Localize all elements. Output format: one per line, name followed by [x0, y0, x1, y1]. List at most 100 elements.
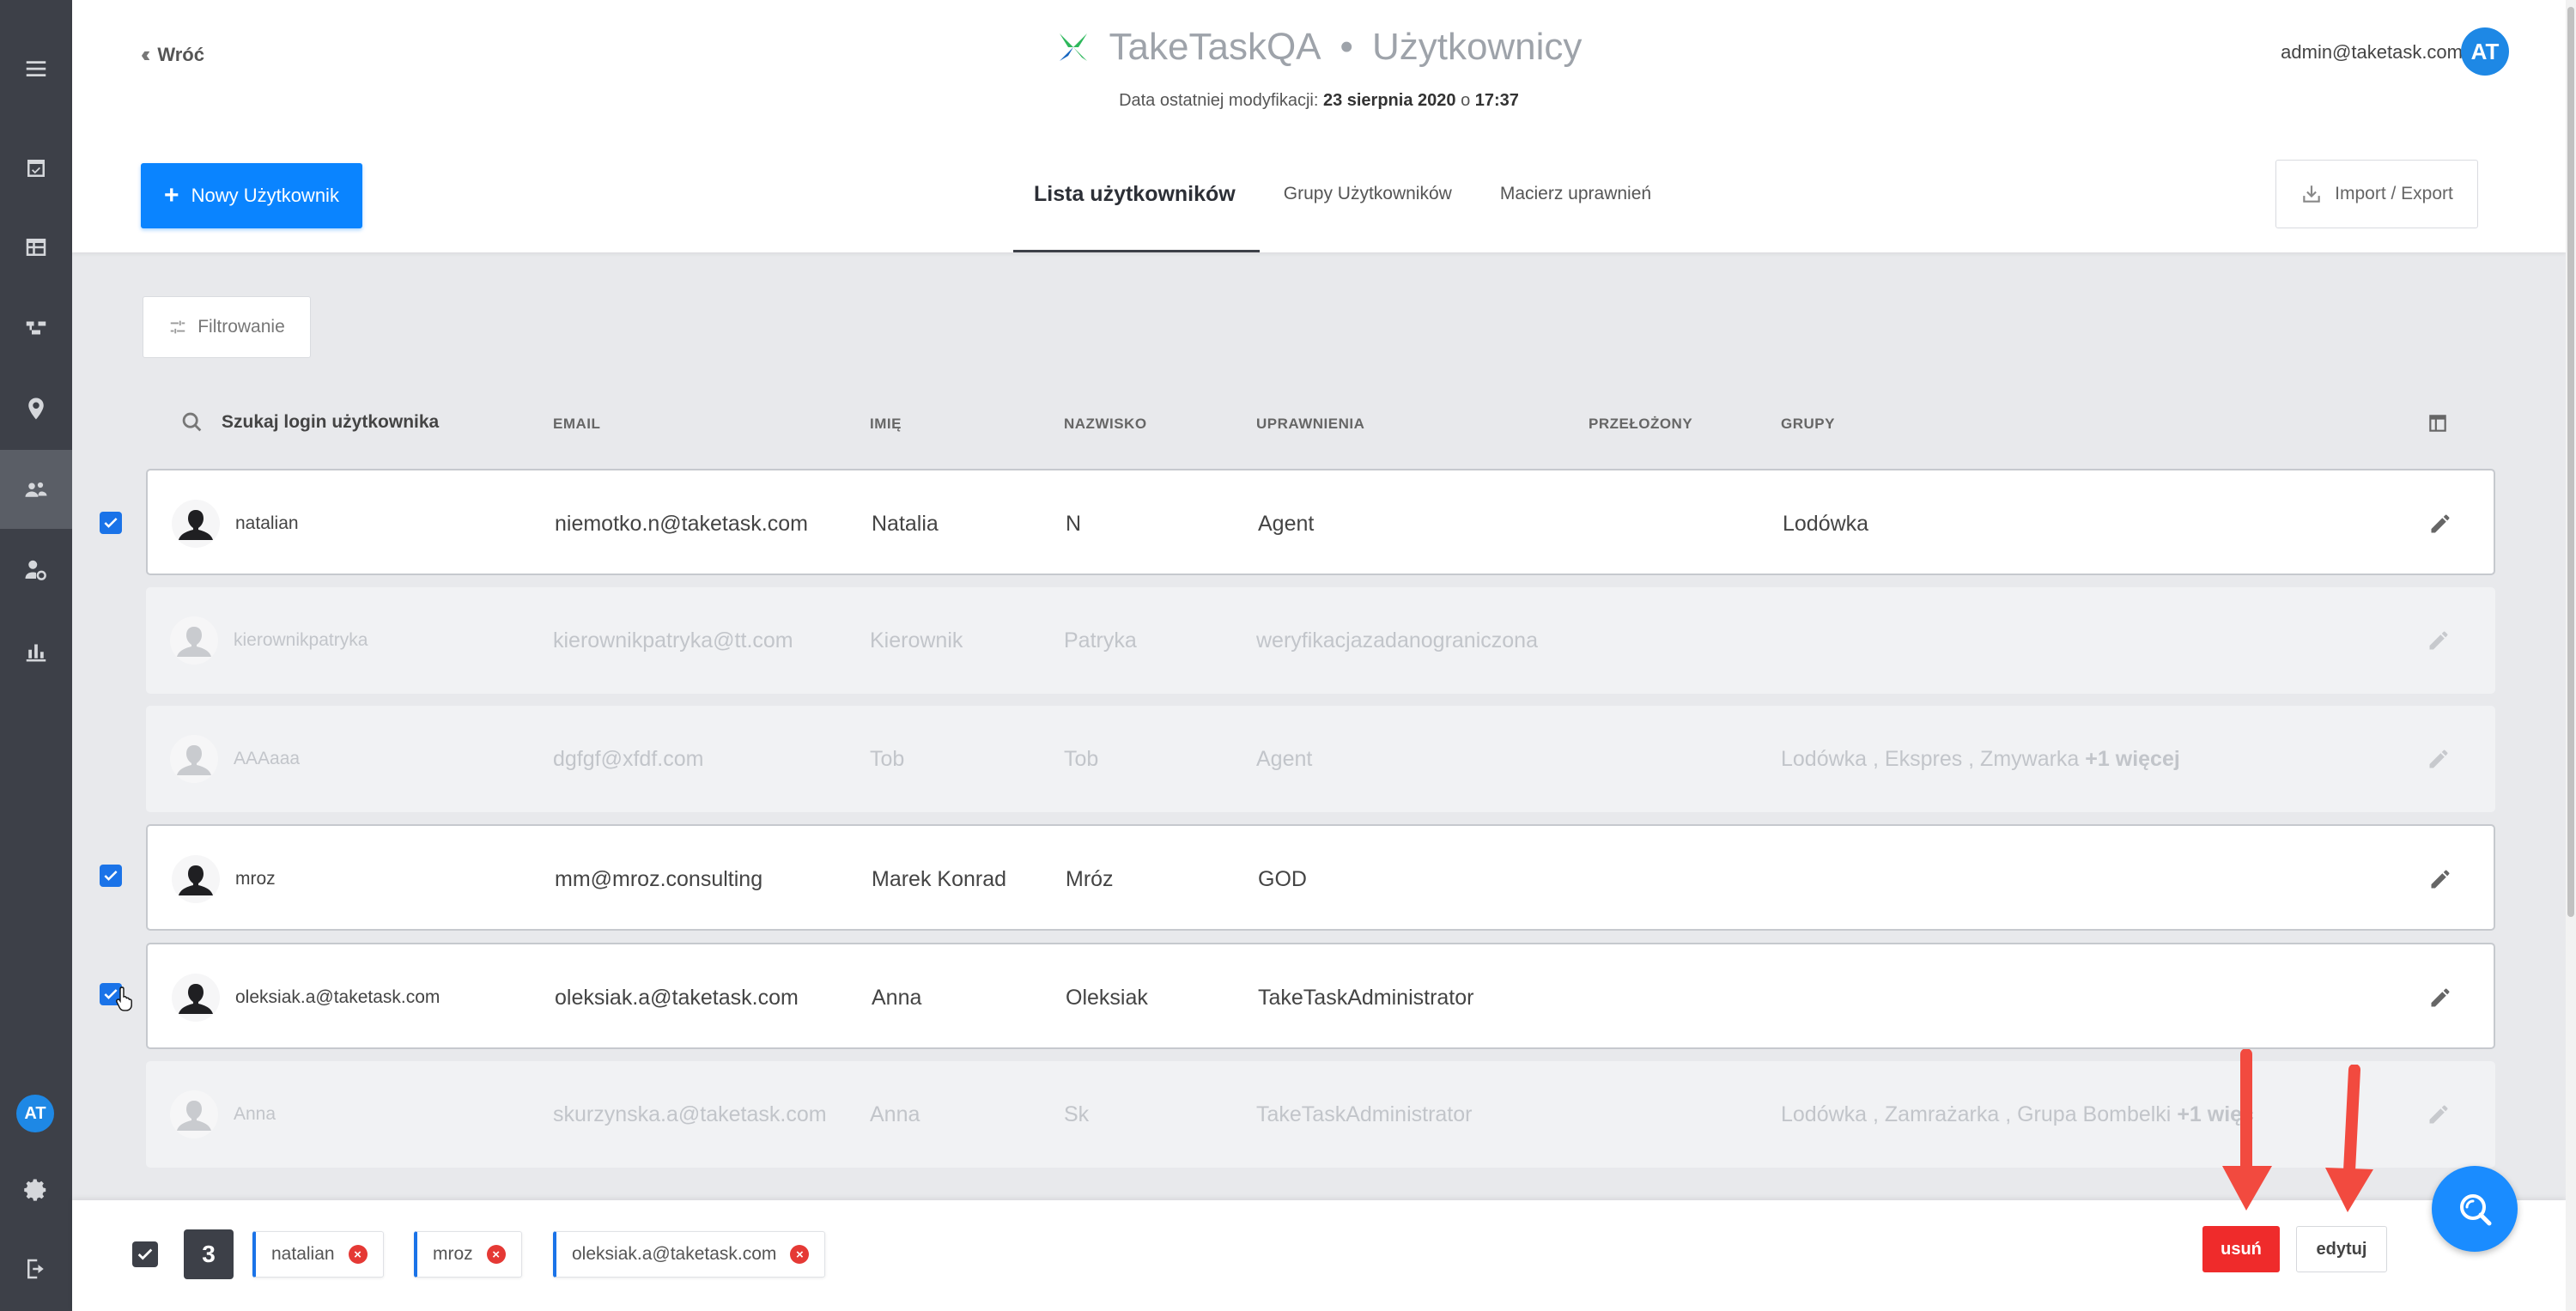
user-settings-icon[interactable] — [0, 531, 72, 610]
modified-date: 23 sierpnia 2020 — [1322, 91, 1456, 110]
cell-permissions: Agent — [1258, 511, 1315, 536]
gear-icon[interactable] — [0, 1150, 72, 1229]
row-checkbox-natalian[interactable] — [100, 512, 122, 534]
groups-text: Lodówka — [1783, 511, 1869, 536]
download-icon — [2303, 185, 2320, 203]
app-name: TakeTaskQA — [1109, 26, 1321, 68]
cell-last-name: Oleksiak — [1066, 985, 1148, 1010]
cell-permissions: GOD — [1258, 866, 1307, 891]
annotation-arrow-delete — [2222, 1049, 2272, 1211]
login-search — [180, 410, 479, 434]
pencil-icon[interactable] — [2428, 512, 2452, 536]
scrollbar-thumb[interactable] — [2567, 7, 2574, 917]
user-avatar-icon — [172, 855, 220, 903]
remove-chip-icon[interactable]: × — [790, 1245, 810, 1264]
cell-permissions: weryfikacjazadanograniczona — [1256, 628, 1538, 652]
pencil-icon[interactable] — [2428, 867, 2452, 891]
search-icon — [2460, 1194, 2492, 1226]
menu-icon[interactable] — [0, 29, 72, 108]
column-header-groups[interactable]: GRUPY — [1781, 416, 1835, 433]
selected-chip-natalian: natalian × — [252, 1231, 384, 1278]
filter-button[interactable]: Filtrowanie — [143, 296, 311, 358]
cell-email: oleksiak.a@taketask.com — [555, 985, 799, 1010]
import-export-button[interactable]: Import / Export — [2275, 160, 2478, 228]
logout-icon[interactable] — [0, 1229, 72, 1308]
chip-label: mroz — [433, 1244, 473, 1264]
user-avatar-icon — [172, 500, 220, 548]
pencil-icon[interactable] — [2428, 986, 2452, 1010]
delete-button[interactable]: usuń — [2202, 1226, 2280, 1272]
annotation-arrow-edit — [2325, 1065, 2373, 1212]
cell-email: mm@mroz.consulting — [555, 866, 763, 891]
check-icon — [104, 518, 118, 528]
tab-user-list[interactable]: Lista użytkowników — [1010, 172, 1260, 252]
cell-login: kierownikpatryka — [234, 630, 368, 650]
edit-button[interactable]: edytuj — [2296, 1226, 2387, 1272]
page-scrollbar[interactable] — [2566, 0, 2576, 1311]
tasks-icon[interactable] — [0, 129, 72, 208]
table-row[interactable]: natalian niemotko.n@taketask.com Natalia… — [146, 469, 2495, 575]
title-separator: • — [1340, 26, 1353, 68]
cell-first-name: Tob — [870, 746, 905, 771]
filter-sliders-icon — [170, 320, 185, 334]
cell-first-name: Natalia — [872, 511, 939, 536]
reports-icon[interactable] — [0, 611, 72, 690]
pencil-icon[interactable] — [2427, 747, 2451, 771]
cell-groups — [1783, 826, 1789, 932]
table-row[interactable]: kierownikpatryka kierownikpatryka@tt.com… — [146, 587, 2495, 694]
cell-permissions: Agent — [1256, 746, 1313, 771]
table-row[interactable]: oleksiak.a@taketask.com oleksiak.a@taket… — [146, 943, 2495, 1049]
sidebar-avatar[interactable]: AT — [16, 1095, 54, 1132]
user-avatar-icon — [172, 974, 220, 1022]
cell-last-name: Patryka — [1064, 628, 1137, 652]
table-row[interactable]: Anna skurzynska.a@taketask.com Anna Sk T… — [146, 1061, 2495, 1168]
remove-chip-icon[interactable]: × — [486, 1245, 506, 1264]
taketask-logo-icon — [1059, 33, 1087, 61]
cell-login: oleksiak.a@taketask.com — [235, 987, 440, 1007]
user-email[interactable]: admin@taketask.com — [2281, 41, 2463, 64]
floating-search-button[interactable] — [2432, 1166, 2518, 1252]
cell-last-name: Sk — [1064, 1102, 1090, 1126]
column-layout-icon[interactable] — [2427, 412, 2449, 434]
column-header-last-name[interactable]: NAZWISKO — [1064, 416, 1147, 433]
column-header-email[interactable]: EMAIL — [553, 416, 600, 433]
location-icon[interactable] — [0, 369, 72, 448]
column-header-permissions[interactable]: UPRAWNIENIA — [1256, 416, 1364, 433]
check-icon — [137, 1248, 153, 1260]
cell-login: AAAaaa — [234, 749, 301, 768]
cell-last-name: N — [1066, 511, 1082, 536]
new-user-button[interactable]: + Nowy Użytkownik — [141, 163, 362, 228]
modified-time: 17:37 — [1474, 91, 1519, 110]
tab-user-groups[interactable]: Grupy Użytkowników — [1260, 172, 1476, 252]
table-icon[interactable] — [0, 208, 72, 287]
search-icon — [182, 412, 202, 432]
selected-chip-oleksiak: oleksiak.a@taketask.com × — [553, 1231, 826, 1278]
pencil-icon[interactable] — [2427, 1102, 2451, 1126]
groups-more[interactable]: +1 więcej — [2085, 747, 2180, 772]
login-search-input[interactable] — [222, 412, 479, 433]
workflow-icon[interactable] — [0, 288, 72, 367]
remove-chip-icon[interactable]: × — [348, 1245, 368, 1264]
cell-groups — [1783, 944, 1789, 1051]
cell-login: Anna — [234, 1104, 276, 1124]
column-header-supervisor[interactable]: PRZEŁOŻONY — [1589, 416, 1692, 433]
pencil-icon[interactable] — [2427, 628, 2451, 652]
sidebar: AT — [0, 0, 72, 1311]
table-row[interactable]: mroz mm@mroz.consulting Marek Konrad Mró… — [146, 824, 2495, 931]
select-all-checkbox[interactable] — [132, 1241, 158, 1267]
user-avatar-icon — [170, 735, 218, 783]
hand-cursor-icon — [116, 986, 132, 1011]
new-user-label: Nowy Użytkownik — [191, 185, 339, 206]
bulk-action-bar: 3 natalian × mroz × oleksiak.a@taketask.… — [72, 1200, 2566, 1311]
user-avatar[interactable]: AT — [2461, 27, 2509, 76]
table-row[interactable]: AAAaaa dgfgf@xfdf.com Tob Tob Agent Lodó… — [146, 706, 2495, 812]
users-icon[interactable] — [0, 450, 72, 529]
tab-permission-matrix[interactable]: Macierz uprawnień — [1476, 172, 1675, 252]
row-checkbox-mroz[interactable] — [100, 865, 122, 887]
groups-text: Lodówka , Ekspres , Zmywarka — [1781, 746, 2080, 771]
column-header-first-name[interactable]: IMIĘ — [870, 416, 902, 433]
page-title: TakeTaskQA • Użytkownicy — [72, 26, 2566, 69]
cell-last-name: Mróz — [1066, 866, 1114, 891]
cell-groups: Lodówka — [1783, 470, 1874, 577]
section-name: Użytkownicy — [1371, 26, 1583, 68]
